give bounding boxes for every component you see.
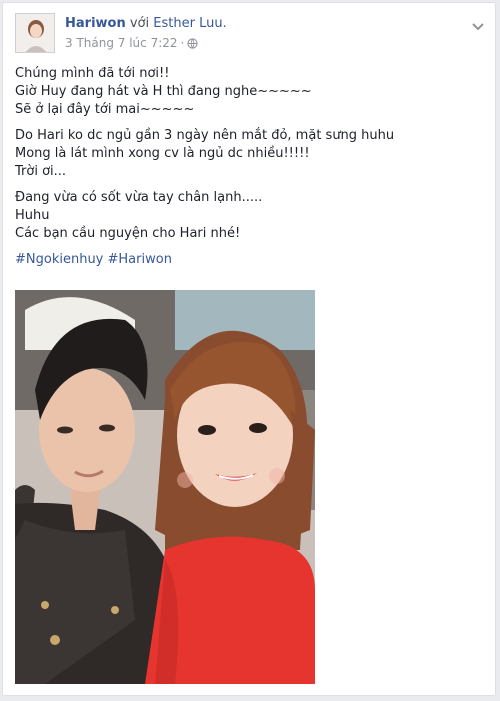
globe-icon[interactable] [187,37,198,49]
post-timestamp-link[interactable]: 3 Tháng 7 lúc 7:22 [65,36,178,50]
author-name-link[interactable]: Hariwon [65,16,126,31]
meta-separator: · [180,36,185,50]
post-meta: 3 Tháng 7 lúc 7:22 · [65,36,198,50]
tagged-person-link[interactable]: Esther Luu. [153,16,226,31]
post-body: Chúng mình đã tới nơi!! Giờ Huy đang hát… [15,65,485,277]
post-line: Trời ơi... [15,164,67,179]
post-line: Các bạn cầu nguyện cho Hari nhé! [15,226,241,241]
post-paragraph: Do Hari ko dc ngủ gần 3 ngày nên mắt đỏ,… [15,127,485,181]
post-line: Giờ Huy đang hát và H thì đang nghe~~~~~ [15,84,312,99]
post-line: Huhu [15,208,50,223]
hashtag-link[interactable]: #Ngokienhuy [15,252,103,267]
post-paragraph: Chúng mình đã tới nơi!! Giờ Huy đang hát… [15,65,485,119]
post-line: Chúng mình đã tới nơi!! [15,66,170,81]
post-line: Mong là lát mình xong cv là ngủ dc nhiều… [15,146,310,161]
post-card: Hariwon với Esther Luu. 3 Tháng 7 lúc 7:… [2,2,496,696]
avatar[interactable] [15,13,55,53]
selfie-image [15,290,315,684]
post-attribution: Hariwon với Esther Luu. [65,16,227,31]
hashtag-list: #Ngokienhuy #Hariwon [15,251,485,269]
with-word: với [129,16,150,31]
hashtag-link[interactable]: #Hariwon [108,252,172,267]
post-header: Hariwon với Esther Luu. 3 Tháng 7 lúc 7:… [15,13,485,55]
post-line: Do Hari ko dc ngủ gần 3 ngày nên mắt đỏ,… [15,128,395,143]
chevron-down-icon[interactable] [471,17,485,31]
post-line: Đang vừa có sốt vừa tay chân lạnh..... [15,190,263,205]
avatar-image [16,14,54,52]
post-photo[interactable] [15,290,315,684]
post-line: Sẽ ở lại đây tới mai~~~~~ [15,102,195,117]
post-paragraph: Đang vừa có sốt vừa tay chân lạnh..... H… [15,189,485,243]
